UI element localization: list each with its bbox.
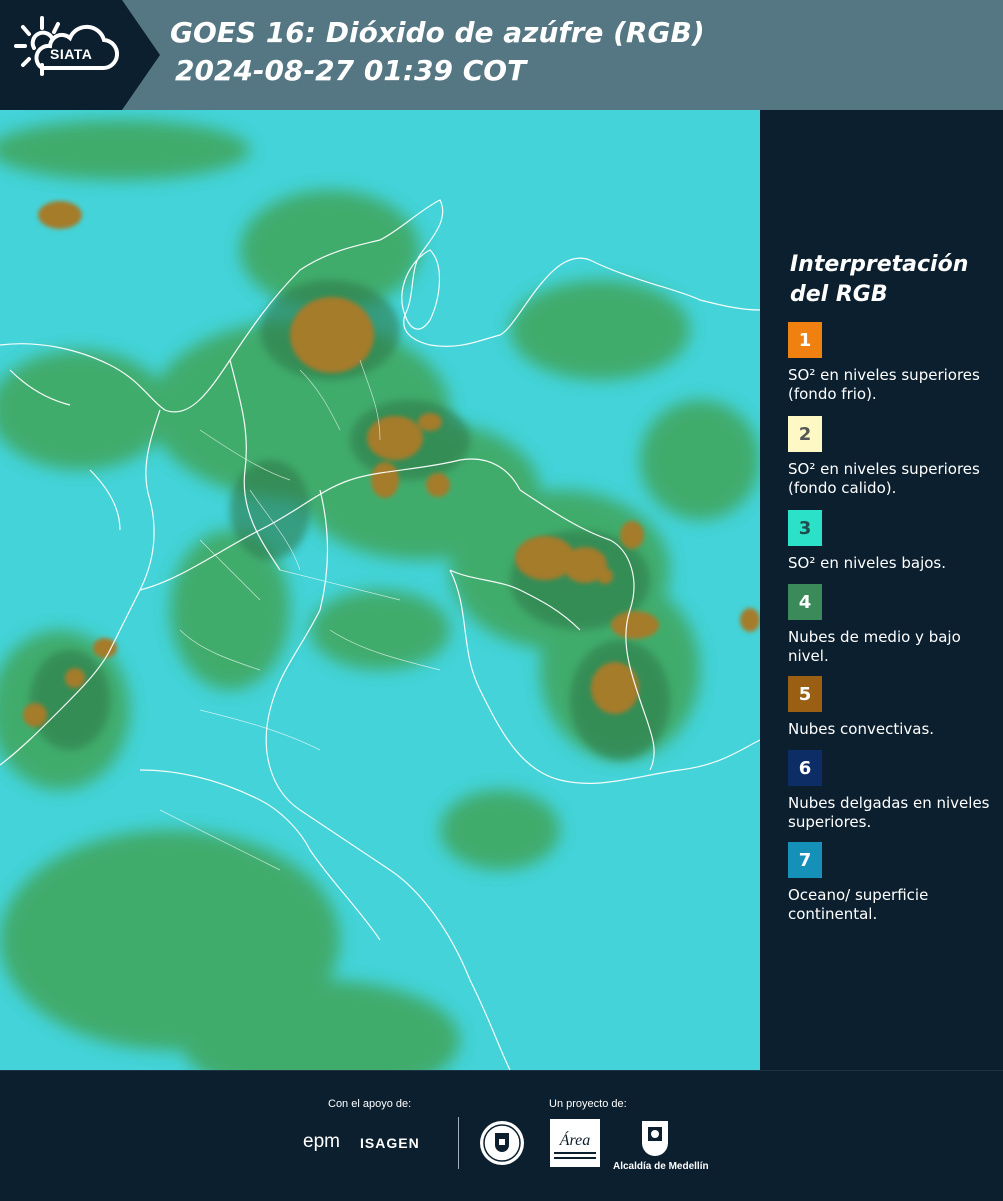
legend-item-1: 1 SO² en niveles superiores (fondo frio)… [788,322,998,404]
legend-label-5: Nubes convectivas. [788,720,935,738]
area-logo-text: Área [559,1130,591,1149]
header: SIATA GOES 16: Dióxido de azúfre (RGB) 2… [0,0,1003,110]
legend-swatch-3: 3 [788,510,822,546]
project-label: Un proyecto de: [549,1098,627,1110]
legend-label-3: SO² en niveles bajos. [788,554,947,572]
legend-item-6: 6 Nubes delgadas en niveles superiores. [788,750,998,832]
legend-label-4: Nubes de medio y bajo nivel. [788,628,961,665]
epm-logo: epm [303,1131,340,1152]
support-label: Con el apoyo de: [328,1098,412,1110]
legend-item-7: 7 Oceano/ superficie continental. [788,842,998,924]
alcaldia-label: Alcaldía de Medellín [613,1161,709,1172]
legend-item-3: 3 SO² en niveles bajos. [788,510,998,573]
legend-label-7: Oceano/ superficie continental. [788,886,929,923]
legend-swatch-7: 7 [788,842,822,878]
area-metropolitana-logo-icon: Área [550,1119,600,1167]
legend-swatch-2: 2 [788,416,822,452]
legend-panel: Interpretación del RGB 1 SO² en niveles … [762,110,1003,1070]
legend-item-2: 2 SO² en niveles superiores (fondo calid… [788,416,998,498]
legend-swatch-1: 1 [788,322,822,358]
legend-label-6: Nubes delgadas en niveles superiores. [788,794,990,831]
legend-label-1: SO² en niveles superiores (fondo frio). [788,366,980,403]
legend-title: Interpretación del RGB [790,252,969,307]
footer-divider [458,1117,459,1169]
isagen-logo: ISAGEN [360,1135,420,1151]
footer: Con el apoyo de: Un proyecto de: epm ISA… [0,1070,1003,1201]
legend-label-2: SO² en niveles superiores (fondo calido)… [788,460,980,497]
legend-item-4: 4 Nubes de medio y bajo nivel. [788,584,998,666]
legend-swatch-6: 6 [788,750,822,786]
satellite-map[interactable] [0,110,760,1070]
legend-swatch-4: 4 [788,584,822,620]
legend-swatch-5: 5 [788,676,822,712]
satellite-image [0,110,760,1070]
medellin-seal-icon [480,1121,524,1165]
siata-logo-text: SIATA [50,46,93,62]
alcaldia-shield-icon [642,1121,668,1156]
legend-item-5: 5 Nubes convectivas. [788,676,998,739]
timestamp: 2024-08-27 01:39 COT [175,54,527,87]
page-title: GOES 16: Dióxido de azúfre (RGB) [170,16,705,49]
